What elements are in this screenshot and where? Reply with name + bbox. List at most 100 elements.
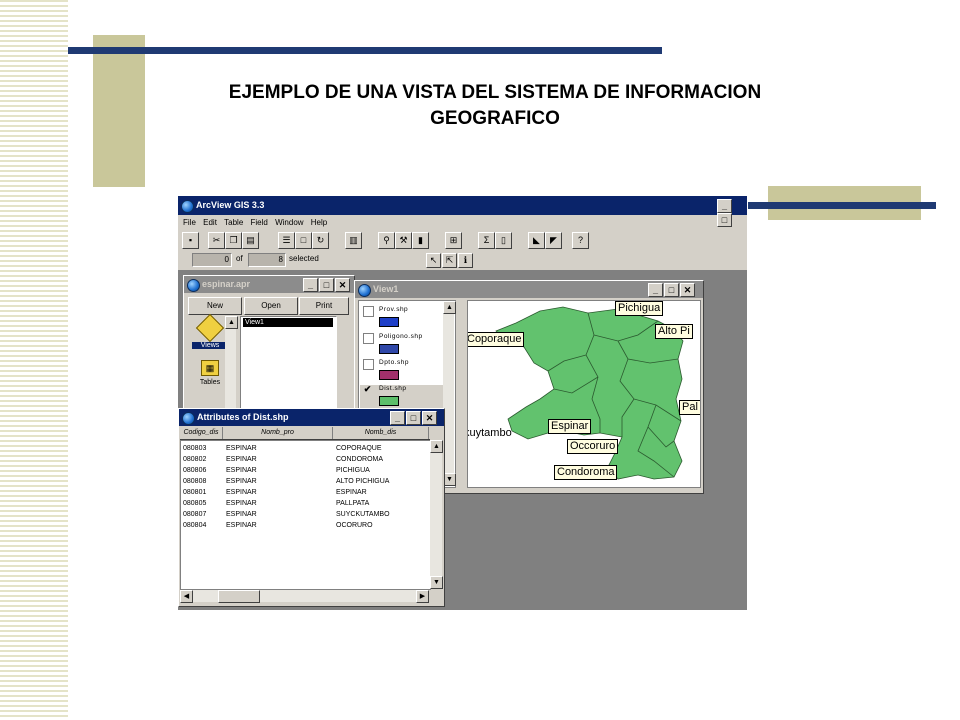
find-icon[interactable]: ⚲ — [378, 232, 395, 249]
cell: 080802 — [183, 456, 207, 463]
map-display[interactable]: Pichigua Coporaque Alto Pi Pal Espinar k… — [467, 300, 701, 488]
sort-descending-icon[interactable]: ◤ — [545, 232, 562, 249]
select-pointer-icon[interactable]: ⇱ — [442, 253, 457, 268]
scroll-down-icon[interactable]: ▼ — [430, 576, 443, 589]
cell: 080803 — [183, 445, 207, 452]
table-horizontal-scrollbar[interactable]: ◀ ▶ — [180, 590, 429, 603]
paste-icon[interactable]: ▤ — [242, 232, 259, 249]
chart-icon[interactable]: ▥ — [345, 232, 362, 249]
summarize-icon[interactable]: Σ — [478, 232, 495, 249]
column-header-nomb-pro[interactable]: Nomb_pro — [223, 427, 333, 439]
tables-category[interactable]: ▦ Tables — [192, 358, 228, 398]
menu-bar: File Edit Table Field Window Help — [178, 216, 747, 230]
decorative-block — [93, 35, 145, 187]
layer-name: Dpto.shp — [379, 359, 410, 366]
view-title: View1 — [373, 284, 399, 294]
query-icon[interactable]: ⚒ — [395, 232, 412, 249]
view-maximize-button[interactable]: □ — [664, 283, 679, 297]
scroll-thumb[interactable] — [218, 590, 260, 603]
cell: PALLPATA — [336, 500, 370, 507]
project-close-button[interactable]: ✕ — [335, 278, 350, 292]
attribute-table: 080803 ESPINAR COPORAQUE 080802 ESPINAR COND… — [180, 440, 431, 590]
table-view-icon[interactable]: ☰ — [278, 232, 295, 249]
help-icon[interactable]: ? — [572, 232, 589, 249]
refresh-icon[interactable]: ↻ — [312, 232, 329, 249]
sort-ascending-icon[interactable]: ◣ — [528, 232, 545, 249]
save-icon[interactable]: ▪ — [182, 232, 199, 249]
map-label: Occoruro — [567, 439, 619, 454]
selected-count: 0 — [192, 253, 232, 267]
app-title: ArcView GIS 3.3 — [196, 200, 265, 210]
attributes-window: Attributes of Dist.shp _ □ ✕ Codigo_dis No… — [178, 408, 445, 607]
layer-checkbox[interactable] — [363, 333, 374, 344]
attributes-close-button[interactable]: ✕ — [422, 411, 437, 425]
copy-icon[interactable]: ❐ — [225, 232, 242, 249]
project-titlebar: espinar.apr _ □ ✕ — [184, 276, 354, 293]
category-scrollbar[interactable]: ▲ — [225, 316, 238, 421]
cell: 080804 — [183, 522, 207, 529]
cell: ESPINAR — [226, 456, 257, 463]
decorative-stripes — [0, 0, 68, 720]
identify-icon[interactable]: ℹ — [458, 253, 473, 268]
cell: 080808 — [183, 478, 207, 485]
scroll-right-icon[interactable]: ▶ — [416, 590, 429, 603]
table-header: Codigo_dis Nomb_pro Nomb_dis — [180, 427, 430, 440]
views-label: Views — [192, 342, 228, 349]
project-title: espinar.apr — [202, 279, 251, 289]
arcview-window: ArcView GIS 3.3 _□ File Edit Table Field… — [178, 196, 747, 610]
tables-icon: ▦ — [201, 360, 219, 376]
view-minimize-button[interactable]: _ — [648, 283, 663, 297]
views-icon — [195, 313, 225, 343]
slide-title-line1: EJEMPLO DE UNA VISTA DEL SISTEMA DE INFO… — [228, 82, 762, 103]
pointer-icon[interactable]: ↖ — [426, 253, 441, 268]
cell: 080805 — [183, 500, 207, 507]
attributes-maximize-button[interactable]: □ — [406, 411, 421, 425]
app-titlebar: ArcView GIS 3.3 _□ — [178, 196, 747, 227]
scroll-up-icon[interactable]: ▲ — [430, 440, 443, 453]
scroll-left-icon[interactable]: ◀ — [180, 590, 193, 603]
decorative-bar-right — [748, 202, 936, 209]
new-button[interactable]: New — [188, 297, 242, 315]
checkmark-icon[interactable]: ✔ — [363, 385, 372, 394]
print-button[interactable]: Print — [299, 297, 349, 315]
menu-file[interactable]: File — [183, 216, 196, 230]
minimize-button[interactable]: _ — [717, 199, 732, 213]
cell: ESPINAR — [226, 478, 257, 485]
project-item-list: View1 — [240, 316, 337, 423]
attributes-titlebar: Attributes of Dist.shp _ □ ✕ — [179, 409, 444, 426]
list-item[interactable]: View1 — [243, 318, 333, 327]
map-label: Pal — [679, 400, 700, 415]
join-icon[interactable]: ⊞ — [445, 232, 462, 249]
table-vertical-scrollbar[interactable]: ▲ ▼ — [430, 440, 443, 589]
project-window: espinar.apr _ □ ✕ New Open Print Views ▦ T… — [183, 275, 355, 427]
menu-field[interactable]: Field — [251, 216, 268, 230]
map-label: Pichigua — [615, 301, 664, 316]
scroll-up-icon[interactable]: ▲ — [225, 316, 238, 329]
menu-edit[interactable]: Edit — [203, 216, 217, 230]
cell: ESPINAR — [226, 445, 257, 452]
layer-name: Poligono.shp — [379, 333, 423, 340]
calculate-icon[interactable]: ▯ — [495, 232, 512, 249]
menu-table[interactable]: Table — [224, 216, 243, 230]
cut-icon[interactable]: ✂ — [208, 232, 225, 249]
attributes-minimize-button[interactable]: _ — [390, 411, 405, 425]
project-minimize-button[interactable]: _ — [303, 278, 318, 292]
menu-help[interactable]: Help — [311, 216, 327, 230]
map-label: Coporaque — [468, 332, 525, 347]
menu-window[interactable]: Window — [275, 216, 303, 230]
views-category[interactable]: Views — [192, 313, 228, 356]
scroll-up-icon[interactable]: ▲ — [443, 301, 456, 314]
cell: OCORURO — [336, 522, 373, 529]
open-button[interactable]: Open — [244, 297, 298, 315]
project-maximize-button[interactable]: □ — [319, 278, 334, 292]
layer-checkbox[interactable] — [363, 359, 374, 370]
select-all-icon[interactable]: □ — [295, 232, 312, 249]
promote-icon[interactable]: ▮ — [412, 232, 429, 249]
of-label: of — [236, 254, 243, 263]
arcview-globe-icon — [181, 200, 194, 213]
layer-checkbox[interactable] — [363, 306, 374, 317]
column-header-codigo[interactable]: Codigo_dis — [180, 427, 223, 439]
column-header-nomb-dis[interactable]: Nomb_dis — [333, 427, 429, 439]
view-close-button[interactable]: ✕ — [680, 283, 695, 297]
map-label: Espinar — [548, 419, 592, 434]
